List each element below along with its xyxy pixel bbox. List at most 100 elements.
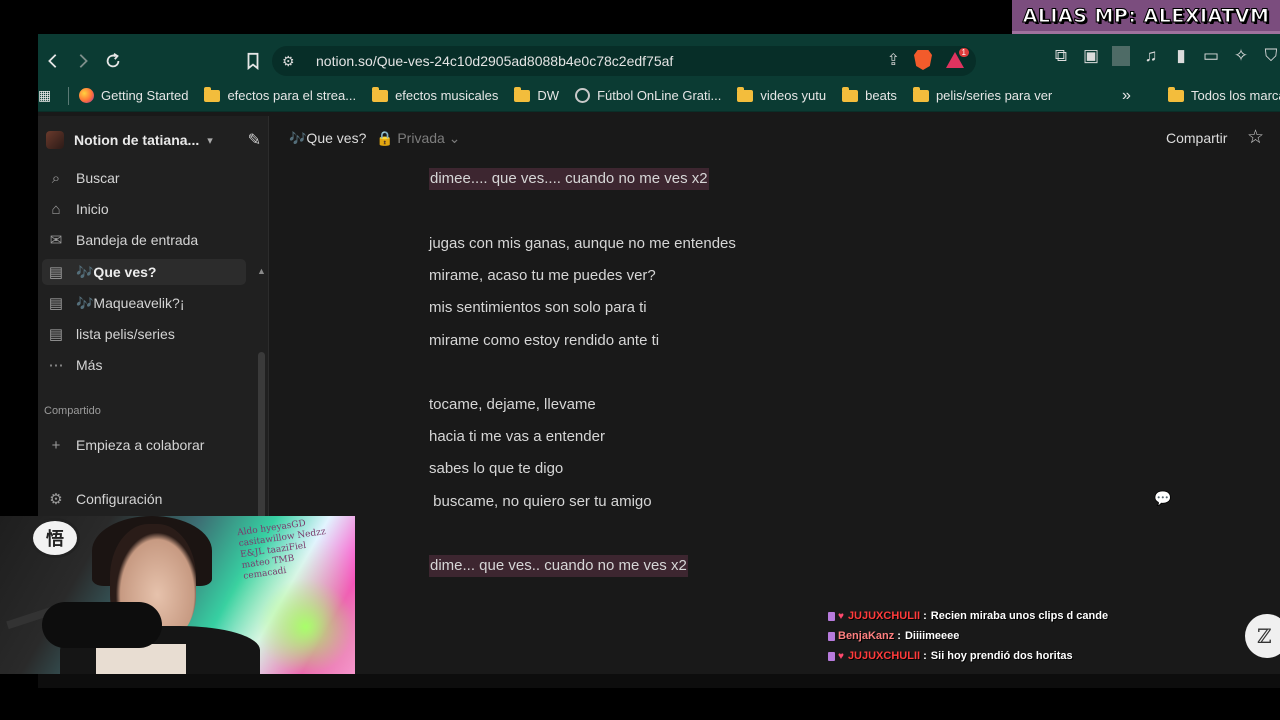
sidebar-item-more[interactable]: ⋯ Más — [42, 352, 246, 378]
favorite-star-icon[interactable]: ☆ — [1247, 126, 1264, 149]
sidebar-icon[interactable]: ▮ — [1172, 46, 1190, 66]
address-bar-actions: ⇪ 2 1 — [887, 48, 969, 70]
bookmark-folder[interactable]: efectos para el strea... — [204, 86, 356, 103]
chat-username: BenjaKanz — [838, 630, 895, 642]
firefox-icon — [79, 88, 94, 103]
extensions-icon[interactable]: ⧉ — [1052, 46, 1070, 66]
sidebar-item-settings[interactable]: ⚙ Configuración — [42, 486, 246, 512]
chat-separator: : — [920, 610, 927, 622]
chat-overlay: ♥ JUJUXCHULII : Recien miraba unos clips d… — [828, 606, 1248, 666]
address-bar[interactable]: ⚙ notion.so/Que-ves-24c10d2905ad8088b4e0… — [272, 46, 976, 76]
workspace-name: Notion de tatiana... — [74, 132, 200, 148]
bookmark-label: efectos musicales — [395, 88, 499, 103]
bookmark-folder[interactable]: beats — [842, 86, 897, 103]
globe-icon — [575, 88, 591, 103]
shared-section-heading: Compartido — [44, 405, 101, 417]
more-bookmarks-chevron-icon[interactable]: » — [1122, 87, 1131, 105]
back-button[interactable] — [38, 46, 68, 76]
text-block[interactable]: hacia ti me vas a entender — [429, 426, 605, 448]
share-button[interactable]: Compartir — [1166, 130, 1227, 146]
folder-icon — [204, 86, 221, 102]
bookmark-icon — [247, 52, 259, 70]
bookmark-label: Getting Started — [101, 88, 189, 103]
media-icon[interactable]: ♫ — [1142, 46, 1160, 66]
text-block[interactable]: mirame, acaso tu me puedes ver? — [429, 265, 656, 287]
bookmark-label: Fútbol OnLine Grati... — [597, 88, 722, 103]
add-comment-icon[interactable]: 💬 — [1154, 490, 1171, 507]
bookmark-label: Todos los marcadores — [1191, 88, 1280, 103]
heart-icon: ♥ — [838, 610, 844, 622]
forward-arrow-icon — [79, 54, 88, 68]
chat-username: JUJUXCHULII — [847, 610, 921, 622]
sidebar-item-home[interactable]: ⌂ Inicio — [42, 196, 246, 222]
text-block[interactable]: buscame, no quiero ser tu amigo — [429, 491, 651, 513]
folder-icon — [514, 86, 531, 102]
text-block[interactable]: tocame, dejame, llevame — [429, 394, 596, 416]
chat-text: Diiiimeeee — [904, 630, 960, 642]
leo-ai-icon[interactable]: ✧ — [1232, 46, 1250, 66]
page-icon: ▤ — [48, 295, 64, 312]
bookmark-all-bookmarks[interactable]: Todos los marcadores — [1168, 86, 1280, 103]
sidebar-item-search[interactable]: ⌕ Buscar — [42, 165, 246, 191]
sidebar-item-label: Configuración — [76, 491, 163, 507]
home-icon: ⌂ — [51, 200, 61, 218]
workspace-avatar — [46, 131, 64, 149]
alias-text: ALIAS MP: ALEXIATVM — [1022, 4, 1270, 27]
sidebar-item-que-ves[interactable]: ▤ 🎶Que ves? — [42, 259, 246, 285]
bookmark-folder[interactable]: efectos musicales — [372, 86, 499, 103]
bookmark-folder[interactable]: DW — [514, 86, 560, 103]
breadcrumb-page[interactable]: 🎶Que ves? — [289, 130, 366, 147]
bookmark-label: DW — [537, 88, 560, 103]
bookmark-page-button[interactable] — [238, 46, 268, 76]
sidebar-item-label: 🎶Que ves? — [76, 263, 157, 280]
url-text[interactable]: notion.so/Que-ves-24c10d2905ad8088b4e0c7… — [316, 53, 673, 69]
text-block[interactable]: sabes lo que te digo — [429, 458, 563, 480]
text-block[interactable]: jugas con mis ganas, aunque no me entend… — [429, 233, 736, 255]
workspace-switcher[interactable]: Notion de tatiana... ▾ ✎ — [46, 128, 261, 152]
share-icon[interactable]: ⇪ — [887, 50, 900, 70]
sidebar-item-inbox[interactable]: ✉ Bandeja de entrada — [42, 227, 246, 253]
text-block[interactable]: mirame como estoy rendido ante ti — [429, 330, 659, 352]
sidebar-scrollbar[interactable] — [258, 352, 265, 542]
gear-icon: ⚙ — [49, 491, 63, 508]
page-topbar: 🎶Que ves? 🔒 Privada ⌄ Compartir ☆ — [270, 116, 1280, 160]
forward-button[interactable] — [68, 46, 98, 76]
microphone — [42, 602, 162, 648]
scroll-up-arrow-icon[interactable]: ▲ — [257, 266, 266, 276]
window-bottom-edge — [38, 674, 1280, 688]
apps-grid-icon[interactable]: ▦ — [38, 87, 56, 104]
bookmark-folder[interactable]: videos yutu — [737, 86, 826, 103]
privacy-label[interactable]: 🔒 Privada ⌄ — [376, 130, 460, 147]
bookmark-folder[interactable]: pelis/series para ver — [912, 86, 1052, 103]
page-icon: ▤ — [48, 264, 64, 281]
text-block[interactable]: dimee.... que ves.... cuando no me ves x… — [429, 168, 709, 190]
reload-button[interactable] — [98, 46, 128, 76]
text-block[interactable]: dime... que ves.. cuando no me ves x2 — [429, 555, 688, 577]
stream-frame: ALIAS MP: ALEXIATVM ⚙ notion.so/Que-ves-… — [0, 0, 1280, 720]
bookmark-label: beats — [865, 88, 897, 103]
text-block[interactable]: mis sentimientos son solo para ti — [429, 297, 647, 319]
brave-rewards-icon[interactable]: 1 — [946, 48, 969, 68]
folder-icon — [372, 86, 389, 102]
bookmark-getting-started[interactable]: Getting Started — [79, 88, 188, 103]
chat-message: BenjaKanz : Diiiimeeee — [828, 626, 1248, 646]
vpn-icon[interactable]: ⛉ — [1262, 46, 1280, 66]
site-settings-icon[interactable]: ⚙ — [282, 53, 304, 70]
folder-icon — [737, 86, 754, 102]
sidebar-item-lista-pelis[interactable]: ▤ lista pelis/series — [42, 321, 246, 347]
chat-message: ♥ JUJUXCHULII : Sii hoy prendió dos horita… — [828, 646, 1248, 666]
chat-badge-icon — [828, 651, 835, 661]
plus-icon: + — [51, 436, 61, 454]
sidebar-item-collaborate[interactable]: + Empieza a colaborar — [42, 432, 246, 458]
chevron-down-icon: ▾ — [207, 134, 213, 147]
sidebar-item-maqueavelik[interactable]: ▤ 🎶Maqueavelik?¡ — [42, 290, 246, 316]
wallet-icon[interactable]: ▭ — [1202, 46, 1220, 66]
bookmark-futbol[interactable]: Fútbol OnLine Grati... — [575, 88, 721, 103]
chat-badge-icon — [828, 611, 835, 621]
chat-badge-icon — [828, 631, 835, 641]
heart-icon: ♥ — [838, 650, 844, 662]
new-page-icon[interactable]: ✎ — [248, 130, 261, 150]
inbox-icon: ✉ — [49, 232, 63, 249]
brave-shields-icon[interactable]: 2 — [914, 50, 932, 70]
reader-mode-icon[interactable]: ▣ — [1082, 46, 1100, 66]
